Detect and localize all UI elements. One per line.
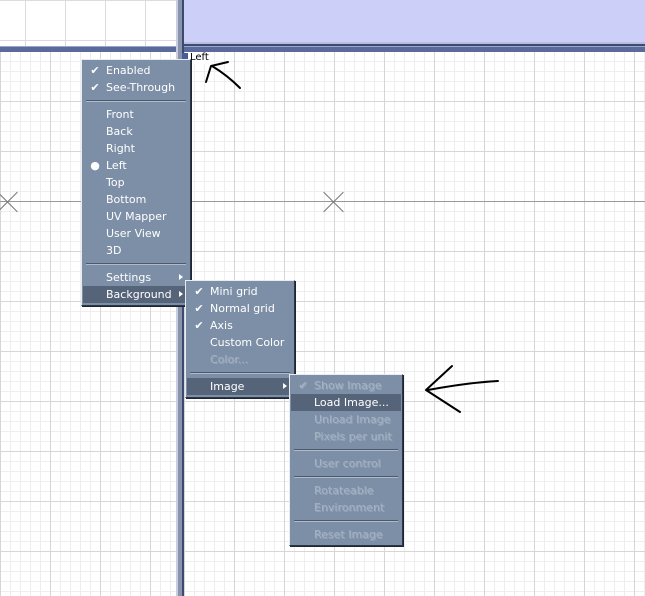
annotation-arrows [205, 61, 499, 413]
annotation-arrow-shaft [211, 65, 241, 89]
annotation-arrow-head [205, 61, 229, 83]
annotation-arrow-shaft [427, 380, 499, 391]
